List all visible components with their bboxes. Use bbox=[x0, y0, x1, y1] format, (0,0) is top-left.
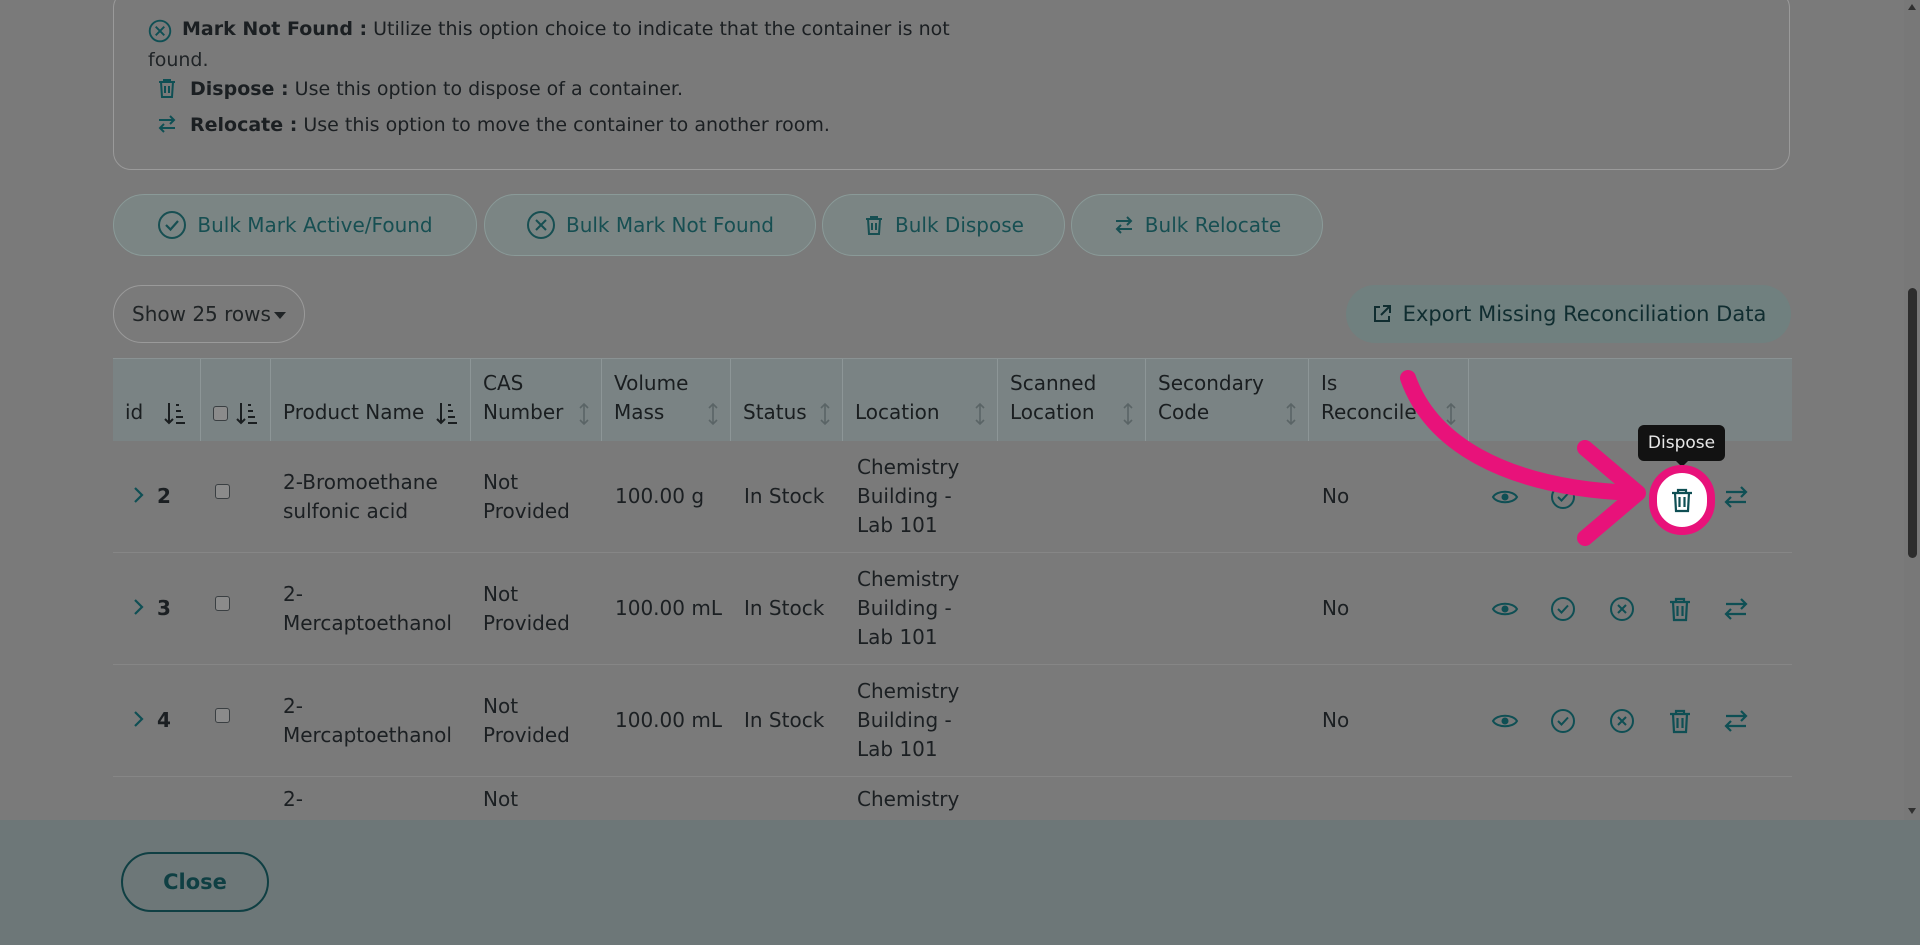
check-circle-icon[interactable] bbox=[1549, 595, 1577, 623]
sort-descending-icon bbox=[436, 403, 457, 425]
table-row: 2- Not Chemistry bbox=[113, 777, 1792, 820]
trash-icon bbox=[156, 77, 180, 101]
sort-neutral-icon bbox=[820, 402, 830, 426]
sort-neutral-icon bbox=[1286, 402, 1296, 426]
swap-arrows-icon[interactable] bbox=[1722, 707, 1750, 735]
x-circle-icon bbox=[148, 17, 172, 43]
modal-footer bbox=[0, 820, 1920, 945]
chevron-right-icon[interactable] bbox=[129, 597, 147, 617]
x-circle-icon[interactable] bbox=[1608, 595, 1636, 623]
trash-icon bbox=[1672, 488, 1692, 513]
legend-dispose: Dispose : Use this option to dispose of … bbox=[156, 77, 683, 101]
trash-icon[interactable] bbox=[1666, 595, 1694, 623]
x-circle-icon[interactable] bbox=[1608, 707, 1636, 735]
check-circle-icon[interactable] bbox=[1549, 707, 1577, 735]
check-circle-icon bbox=[158, 211, 187, 239]
swap-arrows-icon bbox=[1115, 216, 1133, 234]
dispose-tooltip: Dispose bbox=[1638, 425, 1725, 467]
legend-not-found: Mark Not Found : Utilize this option cho… bbox=[148, 17, 950, 43]
eye-icon[interactable] bbox=[1491, 707, 1519, 735]
trash-icon bbox=[866, 216, 883, 235]
legend-relocate: Relocate : Use this option to move the c… bbox=[156, 113, 830, 137]
bulk-mark-not-found-button[interactable]: Bulk Mark Not Found bbox=[484, 194, 816, 256]
sort-neutral-icon bbox=[975, 402, 985, 426]
column-header-product-name[interactable]: Product Name bbox=[271, 359, 471, 441]
export-missing-data-button[interactable]: Export Missing Reconciliation Data bbox=[1346, 285, 1791, 343]
close-button[interactable]: Close bbox=[121, 852, 269, 912]
table-header: id Product Name CAS Number Volume Mass Sta… bbox=[113, 358, 1792, 441]
column-header-location[interactable]: Location bbox=[843, 359, 998, 441]
column-header-actions bbox=[1469, 359, 1792, 441]
column-header-id[interactable]: id bbox=[113, 359, 201, 441]
chevron-right-icon[interactable] bbox=[129, 709, 147, 729]
select-all-checkbox[interactable] bbox=[213, 406, 228, 421]
legend-box: Mark Not Found : Utilize this option cho… bbox=[113, 0, 1790, 170]
containers-table: id Product Name CAS Number Volume Mass Sta… bbox=[113, 358, 1792, 820]
column-header-scanned-location[interactable]: Scanned Location bbox=[998, 359, 1146, 441]
scrollbar-thumb[interactable] bbox=[1908, 288, 1917, 558]
row-checkbox[interactable] bbox=[215, 596, 230, 611]
scroll-up-arrow-icon[interactable] bbox=[1908, 4, 1916, 10]
eye-icon[interactable] bbox=[1491, 595, 1519, 623]
check-circle-icon[interactable] bbox=[1549, 483, 1577, 511]
table-row: 3 2- Mercaptoethanol Not Provided 100.00 m… bbox=[113, 553, 1792, 665]
sort-neutral-icon bbox=[1123, 402, 1133, 426]
column-header-volume[interactable]: Volume Mass bbox=[602, 359, 731, 441]
bulk-dispose-button[interactable]: Bulk Dispose bbox=[822, 194, 1065, 256]
bulk-mark-active-button[interactable]: Bulk Mark Active/Found bbox=[113, 194, 477, 256]
export-icon bbox=[1373, 305, 1391, 322]
sort-neutral-icon bbox=[1446, 402, 1456, 426]
swap-arrows-icon bbox=[156, 113, 180, 137]
table-row: 4 2- Mercaptoethanol Not Provided 100.00 m… bbox=[113, 665, 1792, 777]
dispose-button-highlighted[interactable] bbox=[1649, 465, 1715, 535]
row-checkbox[interactable] bbox=[215, 484, 230, 499]
trash-icon[interactable] bbox=[1666, 707, 1694, 735]
swap-arrows-icon[interactable] bbox=[1722, 595, 1750, 623]
column-header-is-reconciled[interactable]: Is Reconcile bbox=[1309, 359, 1469, 441]
x-circle-icon bbox=[526, 211, 555, 239]
column-header-cas[interactable]: CAS Number bbox=[471, 359, 602, 441]
vertical-scrollbar[interactable] bbox=[1904, 0, 1920, 820]
sort-descending-icon bbox=[236, 403, 257, 425]
caret-down-icon bbox=[274, 312, 286, 319]
bulk-relocate-button[interactable]: Bulk Relocate bbox=[1071, 194, 1323, 256]
modal-scroll-area: Mark Not Found : Utilize this option cho… bbox=[0, 0, 1904, 820]
scroll-down-arrow-icon[interactable] bbox=[1908, 808, 1916, 814]
rows-per-page-select[interactable]: Show 25 rows bbox=[113, 285, 305, 343]
sort-neutral-icon bbox=[708, 402, 718, 426]
table-row: 2 2-Bromoethane sulfonic acid Not Provided… bbox=[113, 441, 1792, 553]
sort-neutral-icon bbox=[579, 402, 589, 426]
column-header-select[interactable] bbox=[201, 359, 271, 441]
column-header-status[interactable]: Status bbox=[731, 359, 843, 441]
sort-descending-icon bbox=[164, 403, 185, 425]
column-header-secondary-code[interactable]: Secondary Code bbox=[1146, 359, 1309, 441]
eye-icon[interactable] bbox=[1491, 483, 1519, 511]
row-checkbox[interactable] bbox=[215, 708, 230, 723]
swap-arrows-icon[interactable] bbox=[1722, 483, 1750, 511]
chevron-right-icon[interactable] bbox=[129, 485, 147, 505]
